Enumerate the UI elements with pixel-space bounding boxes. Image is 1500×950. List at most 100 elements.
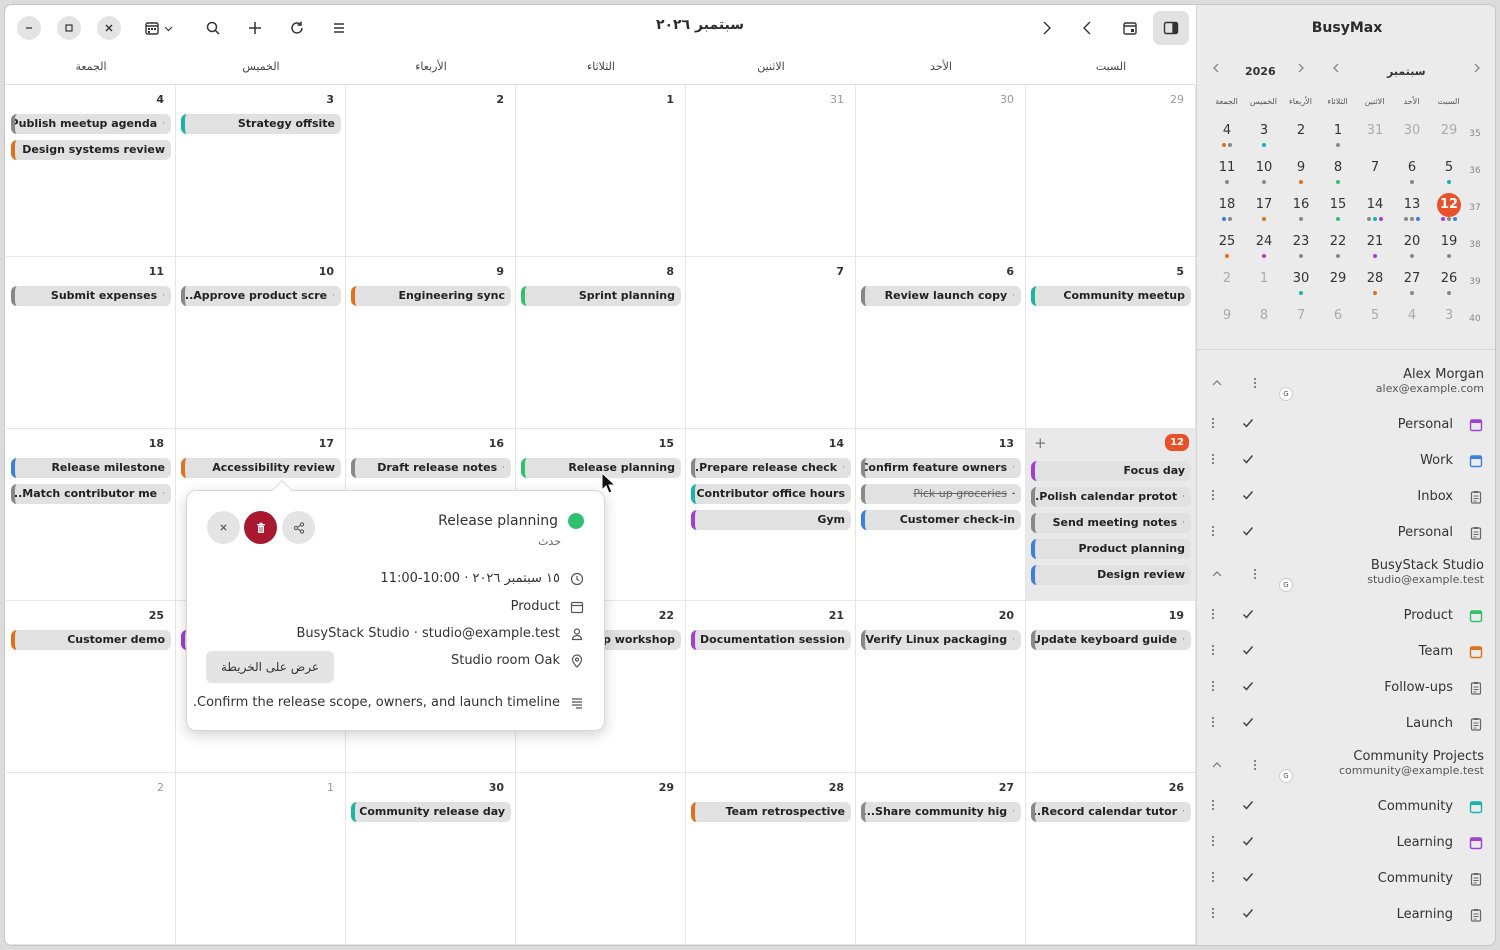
mini-day[interactable]: 24 xyxy=(1249,234,1279,264)
mini-day[interactable]: 28 xyxy=(1360,271,1390,301)
day-cell[interactable]: 30 xyxy=(856,85,1026,257)
event-chip[interactable]: · Confirm feature owners xyxy=(861,458,1021,478)
day-cell[interactable]: 10 · ...Approve product scre xyxy=(176,257,346,429)
checkmark-icon[interactable] xyxy=(1242,489,1254,505)
view-switcher-button[interactable] xyxy=(137,13,181,43)
mini-day[interactable]: 22 xyxy=(1323,234,1353,264)
mini-day[interactable]: 3 xyxy=(1434,308,1464,338)
event-chip[interactable]: · ...Record calendar tutor xyxy=(1031,802,1191,822)
mini-day[interactable]: 25 xyxy=(1212,234,1242,264)
event-chip[interactable]: · ...Approve product scre xyxy=(181,286,341,306)
mini-day[interactable]: 19 xyxy=(1434,234,1464,264)
calendar-menu-icon[interactable] xyxy=(1211,417,1215,433)
mini-day[interactable]: 11 xyxy=(1212,160,1242,190)
event-chip[interactable]: · Review launch copy xyxy=(861,286,1021,306)
day-cell[interactable]: 19 · Update keyboard guide xyxy=(1026,601,1196,773)
event-chip[interactable]: Gym xyxy=(691,510,851,530)
day-cell[interactable]: 20 · Verify Linux packaging xyxy=(856,601,1026,773)
day-cell[interactable]: 14 · ...Prepare release check Contributor o… xyxy=(686,429,856,601)
day-cell[interactable]: 29 xyxy=(1026,85,1196,257)
mini-day[interactable]: 12 xyxy=(1434,193,1464,227)
day-cell[interactable]: 3 Strategy offsite xyxy=(176,85,346,257)
mini-day[interactable]: 23 xyxy=(1286,234,1316,264)
account-menu-icon[interactable] xyxy=(1243,371,1267,395)
calendar-row[interactable]: Product xyxy=(1197,600,1495,636)
mini-day[interactable]: 4 xyxy=(1397,308,1427,338)
event-chip[interactable]: Sprint planning xyxy=(521,286,681,306)
mini-day[interactable]: 1 xyxy=(1323,123,1353,153)
mini-day[interactable]: 8 xyxy=(1323,160,1353,190)
calendar-row[interactable]: Community xyxy=(1197,791,1495,827)
calendar-row[interactable]: Personal xyxy=(1197,409,1495,445)
calendar-menu-icon[interactable] xyxy=(1211,453,1215,469)
refresh-button[interactable] xyxy=(282,13,312,43)
mini-day[interactable]: 30 xyxy=(1397,123,1427,153)
event-chip[interactable]: Accessibility review xyxy=(181,458,341,478)
collapse-chevron-icon[interactable] xyxy=(1205,562,1229,586)
mini-day[interactable]: 9 xyxy=(1286,160,1316,190)
event-chip[interactable]: Design review xyxy=(1031,565,1191,585)
day-cell[interactable]: 27 · ...Share community hig xyxy=(856,773,1026,945)
day-cell[interactable]: 29 xyxy=(516,773,686,945)
mini-day[interactable]: 9 xyxy=(1212,308,1242,338)
calendar-row[interactable]: Work xyxy=(1197,445,1495,481)
calendar-menu-icon[interactable] xyxy=(1211,835,1215,851)
event-chip[interactable]: Community meetup xyxy=(1031,286,1191,306)
mini-day[interactable]: 2 xyxy=(1212,271,1242,301)
mini-day[interactable]: 29 xyxy=(1434,123,1464,153)
day-cell[interactable]: 25 Customer demo xyxy=(6,601,176,773)
collapse-chevron-icon[interactable] xyxy=(1205,371,1229,395)
next-mini-month-button[interactable] xyxy=(1472,61,1482,77)
checkmark-icon[interactable] xyxy=(1242,453,1254,469)
event-chip[interactable]: · ...Match contributor me xyxy=(11,484,171,504)
previous-mini-month-button[interactable] xyxy=(1331,61,1341,77)
next-month-button[interactable] xyxy=(1031,13,1061,43)
calendar-row[interactable]: Inbox xyxy=(1197,481,1495,517)
mini-day[interactable]: 15 xyxy=(1323,197,1353,227)
mini-day[interactable]: 5 xyxy=(1360,308,1390,338)
checkmark-icon[interactable] xyxy=(1242,907,1254,923)
checkmark-icon[interactable] xyxy=(1242,680,1254,696)
calendar-menu-icon[interactable] xyxy=(1211,799,1215,815)
day-cell[interactable]: 13 · Confirm feature owners · Pick up grocer… xyxy=(856,429,1026,601)
day-cell[interactable]: 4 · Publish meetup agenda Design systems re… xyxy=(6,85,176,257)
maximize-button[interactable] xyxy=(57,16,81,40)
share-event-button[interactable] xyxy=(282,511,315,544)
delete-event-button[interactable] xyxy=(244,511,277,544)
event-chip[interactable]: · Verify Linux packaging xyxy=(861,630,1021,650)
event-chip[interactable]: · ...Prepare release check xyxy=(691,458,851,478)
mini-day[interactable]: 17 xyxy=(1249,197,1279,227)
day-cell[interactable]: 2 xyxy=(6,773,176,945)
event-chip[interactable]: Design systems review xyxy=(11,140,171,160)
day-cell[interactable]: 9 Engineering sync xyxy=(346,257,516,429)
account-menu-icon[interactable] xyxy=(1243,753,1267,777)
day-cell[interactable]: 30 Community release day xyxy=(346,773,516,945)
search-button[interactable] xyxy=(198,13,228,43)
event-chip[interactable]: Focus day xyxy=(1031,461,1191,481)
event-chip[interactable]: Team retrospective xyxy=(691,802,851,822)
mini-day[interactable]: 30 xyxy=(1286,271,1316,301)
menu-button[interactable] xyxy=(324,13,354,43)
mini-day[interactable]: 31 xyxy=(1360,123,1390,153)
show-on-map-button[interactable]: عرض على الخريطة xyxy=(206,651,334,683)
event-chip[interactable]: Contributor office hours xyxy=(691,484,851,504)
calendar-row[interactable]: Community xyxy=(1197,863,1495,899)
checkmark-icon[interactable] xyxy=(1242,835,1254,851)
calendar-menu-icon[interactable] xyxy=(1211,489,1215,505)
mini-day[interactable]: 7 xyxy=(1360,160,1390,190)
mini-day[interactable]: 10 xyxy=(1249,160,1279,190)
mini-day[interactable]: 26 xyxy=(1434,271,1464,301)
mini-day[interactable]: 6 xyxy=(1397,160,1427,190)
event-chip[interactable]: · ...Polish calendar protot xyxy=(1031,487,1191,507)
calendar-menu-icon[interactable] xyxy=(1211,907,1215,923)
calendar-menu-icon[interactable] xyxy=(1211,525,1215,541)
checkmark-icon[interactable] xyxy=(1242,417,1254,433)
calendar-row[interactable]: Learning xyxy=(1197,827,1495,863)
add-event-button[interactable] xyxy=(240,13,270,43)
toggle-sidebar-button[interactable] xyxy=(1153,11,1189,45)
mini-day[interactable]: 21 xyxy=(1360,234,1390,264)
mini-day[interactable]: 7 xyxy=(1286,308,1316,338)
day-cell[interactable]: 5 Community meetup xyxy=(1026,257,1196,429)
event-chip[interactable]: Product planning xyxy=(1031,539,1191,559)
day-cell[interactable]: 8 Sprint planning xyxy=(516,257,686,429)
